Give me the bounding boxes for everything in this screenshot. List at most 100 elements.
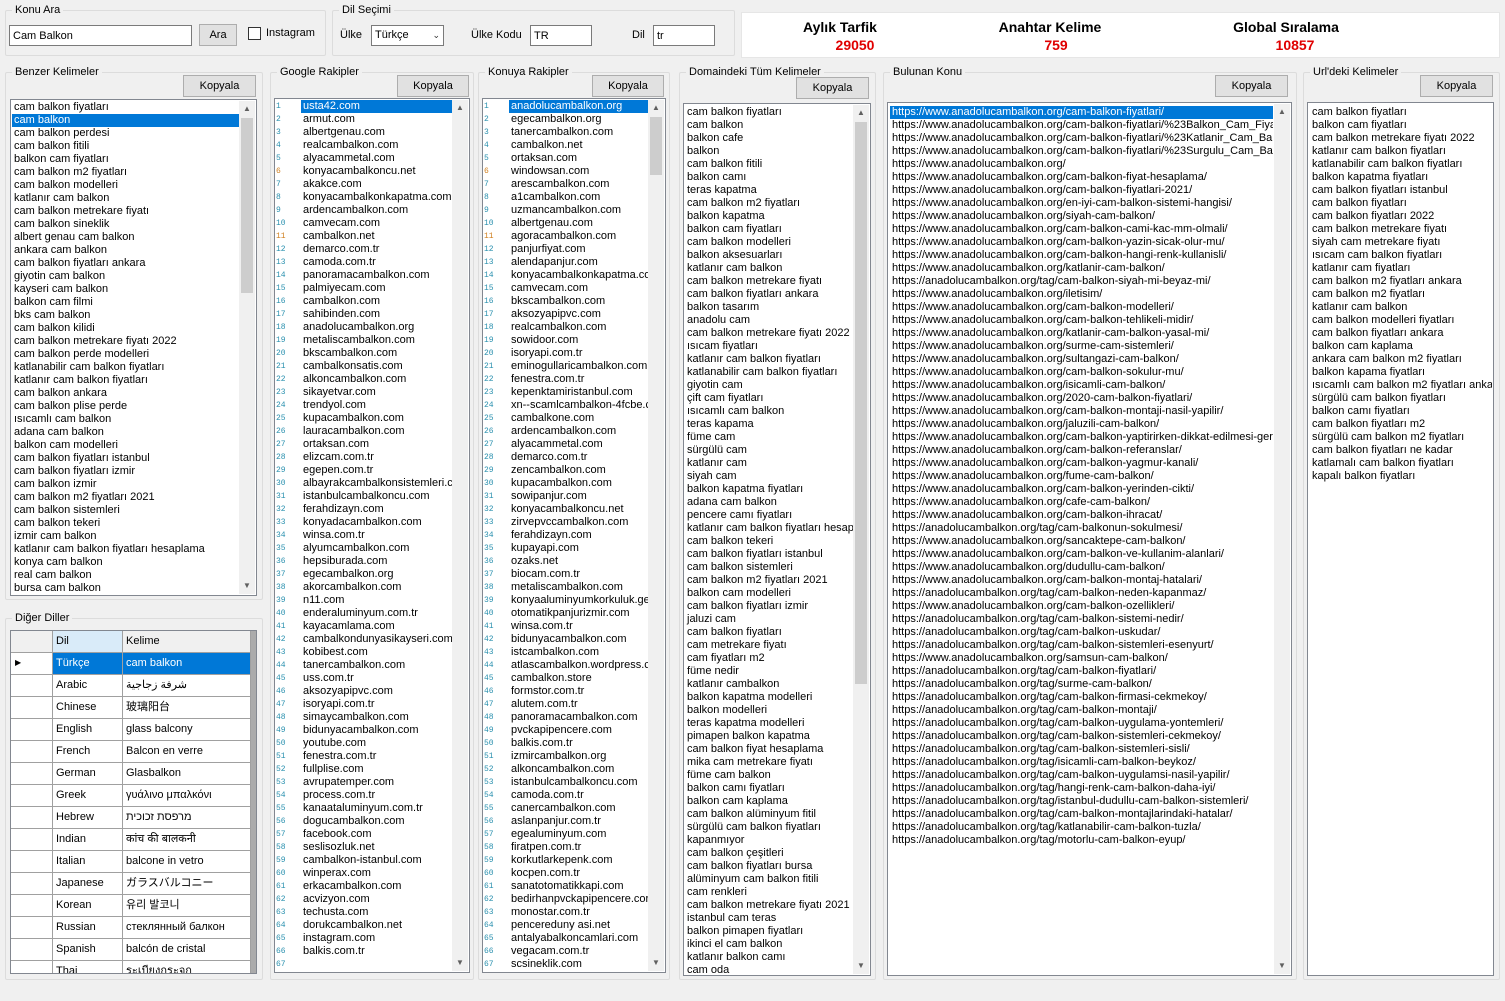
konuya-list-item[interactable]: egecambalkon.org [509, 113, 649, 126]
konuya-list-item[interactable]: eminogullaricambalkon.com.t [509, 360, 649, 373]
language-word-cell[interactable]: glass balcony [123, 719, 251, 741]
domain-list-item[interactable]: teras kapatma modelleri [685, 717, 853, 730]
domain-list-item[interactable]: cam balkon m2 fiyatları 2021 [685, 574, 853, 587]
google-list-item[interactable]: ardencambalkon.com [301, 204, 453, 217]
language-word-cell[interactable]: 유리 발코니 [123, 895, 251, 917]
url-list-item[interactable]: sürgülü cam balkon fiyatları [1310, 392, 1492, 405]
language-word-cell[interactable]: γυάλινο μπαλκόνι [123, 785, 251, 807]
url-listbox[interactable]: cam balkon fiyatları balkon cam fiyatları… [1307, 102, 1494, 976]
google-list-item[interactable]: tanercambalkon.com [301, 659, 453, 672]
bulunan-list-item[interactable]: https://anadolucambalkon.org/tag/surme-c… [890, 678, 1273, 691]
benzer-list-item[interactable]: cam balkon fiyatları [12, 101, 240, 114]
bulunan-list-item[interactable]: https://www.anadolucambalkon.org/2020-ca… [890, 392, 1273, 405]
bulunan-list-item[interactable]: https://www.anadolucambalkon.org/cam-bal… [890, 236, 1273, 249]
benzer-list-item[interactable]: cam balkon fiyatları izmir [12, 465, 240, 478]
google-list-item[interactable]: n11.com [301, 594, 453, 607]
domain-list-item[interactable]: balkon cam modelleri [685, 587, 853, 600]
benzer-list-item[interactable]: balkon cam fiyatları [12, 153, 240, 166]
language-name-cell[interactable]: Japanese [53, 873, 123, 895]
bulunan-list-item[interactable]: https://anadolucambalkon.org/tag/cam-bal… [890, 691, 1273, 704]
country-select[interactable]: Türkçe ⌄ [371, 25, 444, 46]
domain-list-item[interactable]: cam fiyatları m2 [685, 652, 853, 665]
konuya-list-item[interactable]: kupacambalkon.com [509, 477, 649, 490]
google-list-item[interactable]: enderaluminyum.com.tr [301, 607, 453, 620]
url-list-item[interactable]: ısıcam cam balkon fiyatları [1310, 249, 1492, 262]
bulunan-list-item[interactable]: https://www.anadolucambalkon.org/cam-bal… [890, 314, 1273, 327]
konuya-list-item[interactable]: cambalkon.net [509, 139, 649, 152]
bulunan-list-item[interactable]: https://www.anadolucambalkon.org/cam-bal… [890, 431, 1273, 444]
url-list-item[interactable]: cam balkon fiyatları ankara [1310, 327, 1492, 340]
konuya-list-item[interactable]: konyacambalkoncu.net [509, 503, 649, 516]
row-header[interactable] [11, 895, 53, 917]
row-header[interactable] [11, 763, 53, 785]
konuya-list-item[interactable]: demarco.com.tr [509, 451, 649, 464]
search-input[interactable] [9, 25, 192, 46]
row-header[interactable] [11, 917, 53, 939]
domain-list-item[interactable]: çift cam fiyatları [685, 392, 853, 405]
google-list-item[interactable]: armut.com [301, 113, 453, 126]
language-word-cell[interactable]: Glasbalkon [123, 763, 251, 785]
google-list-item[interactable]: konyadacambalkon.com [301, 516, 453, 529]
google-copy-button[interactable]: Kopyala [397, 75, 469, 97]
bulunan-list-item[interactable]: https://www.anadolucambalkon.org/isicaml… [890, 379, 1273, 392]
konuya-list-item[interactable]: konyaaluminyumkorkuluk.ge [509, 594, 649, 607]
bulunan-list-item[interactable]: https://anadolucambalkon.org/tag/katlana… [890, 821, 1273, 834]
konuya-list-item[interactable]: konyacambalkonkapatma.co [509, 269, 649, 282]
google-list-item[interactable]: fenestra.com.tr [301, 750, 453, 763]
domain-list-item[interactable]: balkon aksesuarları [685, 249, 853, 262]
benzer-list-item[interactable]: cam balkon [12, 114, 240, 127]
google-list-item[interactable]: akakce.com [301, 178, 453, 191]
google-list-item[interactable]: hepsiburada.com [301, 555, 453, 568]
languages-grid[interactable]: Dil Kelime ▶ Türkçe cam balkon Arabic شرفة ز… [10, 630, 257, 974]
bulunan-list-item[interactable]: https://anadolucambalkon.org/tag/cam-bal… [890, 275, 1273, 288]
google-list-item[interactable]: alkoncambalkon.com [301, 373, 453, 386]
google-list-item[interactable]: metaliscambalkon.com [301, 334, 453, 347]
scroll-up-icon[interactable]: ▲ [1274, 104, 1290, 120]
konuya-list-item[interactable]: alutem.com.tr [509, 698, 649, 711]
google-list-item[interactable]: albayrakcambalkonsistemleri.co [301, 477, 453, 490]
domain-list-item[interactable]: balkon tasarım [685, 301, 853, 314]
domain-list-item[interactable]: mika cam metrekare fiyatı [685, 756, 853, 769]
google-list-item[interactable]: simaycambalkon.com [301, 711, 453, 724]
bulunan-list-item[interactable]: https://www.anadolucambalkon.org/cam-bal… [890, 509, 1273, 522]
google-list-item[interactable]: ferahdizayn.com [301, 503, 453, 516]
domain-list-item[interactable]: cam balkon fiyatları istanbul [685, 548, 853, 561]
url-list-item[interactable]: cam balkon m2 fiyatları [1310, 288, 1492, 301]
konuya-list-item[interactable]: zencambalkon.com [509, 464, 649, 477]
google-list-item[interactable]: balkis.com.tr [301, 945, 453, 958]
konuya-list-item[interactable]: sanatotomatikkapi.com [509, 880, 649, 893]
language-row[interactable]: Korean 유리 발코니 [11, 895, 251, 917]
domain-list-item[interactable]: cam oda [685, 964, 853, 975]
url-list-item[interactable]: cam balkon metrekare fiyatı [1310, 223, 1492, 236]
row-header[interactable] [11, 829, 53, 851]
bulunan-scrollbar[interactable]: ▲ ▼ [1274, 104, 1290, 974]
google-list-item[interactable]: istanbulcambalkoncu.com [301, 490, 453, 503]
row-header[interactable] [11, 719, 53, 741]
bulunan-list-item[interactable]: https://www.anadolucambalkon.org/cam-bal… [890, 106, 1273, 119]
domain-list-item[interactable]: balkon pimapen fiyatları [685, 925, 853, 938]
language-name-cell[interactable]: Thai [53, 961, 123, 973]
language-word-cell[interactable]: 玻璃阳台 [123, 697, 251, 719]
benzer-list-item[interactable]: katlanabilir cam balkon fiyatları [12, 361, 240, 374]
google-list-item[interactable]: palmiyecam.com [301, 282, 453, 295]
google-list-item[interactable]: bidunyacambalkon.com [301, 724, 453, 737]
domain-list-item[interactable]: balkon camı [685, 171, 853, 184]
domain-list-item[interactable]: teras kapama [685, 418, 853, 431]
bulunan-list-item[interactable]: https://anadolucambalkon.org/tag/cam-bal… [890, 522, 1273, 535]
google-list-item[interactable]: instagram.com [301, 932, 453, 945]
google-list-item[interactable]: realcambalkon.com [301, 139, 453, 152]
language-row[interactable]: Chinese 玻璃阳台 [11, 697, 251, 719]
google-list-item[interactable]: demarco.com.tr [301, 243, 453, 256]
language-row[interactable]: Thai ระเบียงกระจก [11, 961, 251, 973]
google-list-item[interactable]: konyacambalkoncu.net [301, 165, 453, 178]
google-list-item[interactable]: camoda.com.tr [301, 256, 453, 269]
language-name-cell[interactable]: Hebrew [53, 807, 123, 829]
url-list-item[interactable]: cam balkon fiyatları ne kadar [1310, 444, 1492, 457]
url-list-item[interactable]: cam balkon fiyatları istanbul [1310, 184, 1492, 197]
konuya-list-item[interactable]: a1cambalkon.com [509, 191, 649, 204]
language-row[interactable]: Indian कांच की बालकनी [11, 829, 251, 851]
url-list-item[interactable]: balkon kapama fiyatları [1310, 366, 1492, 379]
bulunan-list-item[interactable]: https://www.anadolucambalkon.org/samsun-… [890, 652, 1273, 665]
benzer-list-item[interactable]: cam balkon sineklik [12, 218, 240, 231]
domain-list-item[interactable]: jaluzi cam [685, 613, 853, 626]
